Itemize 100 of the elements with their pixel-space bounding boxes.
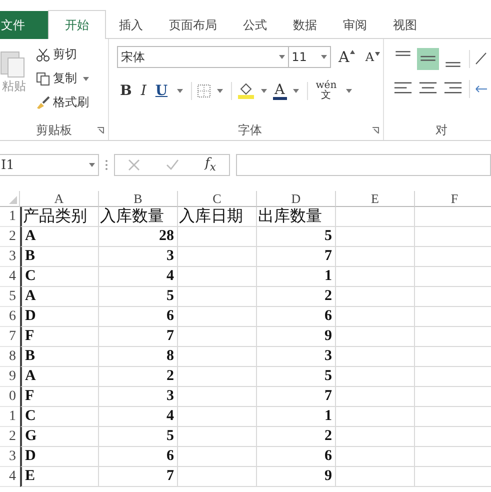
empty-cell[interactable] — [336, 287, 415, 307]
row-header[interactable]: 3 — [0, 247, 20, 267]
font-color-button[interactable]: A — [272, 82, 287, 100]
empty-cell[interactable] — [336, 407, 415, 427]
ribbon-tab[interactable]: 公式 — [230, 11, 280, 39]
select-all-button[interactable] — [0, 191, 20, 207]
scissors-icon — [36, 48, 50, 62]
ribbon-tab[interactable]: 插入 — [106, 11, 156, 39]
empty-cell[interactable] — [336, 227, 415, 247]
empty-cell[interactable] — [336, 247, 415, 267]
vertical-align-icon[interactable] — [417, 48, 439, 70]
caret-icon[interactable] — [83, 76, 89, 80]
group-label: 对 — [436, 122, 448, 138]
name-box[interactable]: I1 — [0, 154, 99, 176]
table-cell: 7 — [257, 387, 336, 407]
column-header[interactable]: A — [20, 191, 99, 207]
caret-icon[interactable] — [292, 89, 299, 93]
font-size-dropdown[interactable]: 11 — [288, 46, 332, 68]
font-style-button[interactable]: U — [152, 83, 171, 99]
column-header[interactable]: B — [99, 191, 178, 207]
empty-cell[interactable] — [336, 207, 415, 227]
copy-button[interactable]: 复制 — [34, 68, 94, 89]
column-header[interactable]: D — [257, 191, 336, 207]
row-header[interactable]: 4 — [0, 267, 20, 287]
fill-bucket-icon[interactable] — [236, 83, 255, 99]
font-name-dropdown[interactable]: 宋体 — [117, 46, 289, 68]
table-cell: B — [20, 247, 99, 267]
table-cell: 7 — [99, 327, 178, 347]
row-header[interactable]: 6 — [0, 307, 20, 327]
empty-cell[interactable] — [336, 307, 415, 327]
table-cell: 1 — [257, 407, 336, 427]
table-cell: 4 — [99, 407, 178, 427]
shrink-font-button[interactable]: A — [362, 50, 383, 64]
caret-icon[interactable] — [321, 55, 328, 59]
empty-cell[interactable] — [178, 387, 257, 407]
font-style-button[interactable]: I — [138, 83, 150, 99]
ribbon-tab[interactable]: 审阅 — [330, 11, 380, 39]
empty-cell[interactable] — [336, 347, 415, 367]
group-label: 剪贴板 — [36, 122, 72, 138]
empty-cell[interactable] — [178, 447, 257, 467]
dialog-launcher-icon[interactable] — [372, 127, 379, 134]
grow-font-button[interactable]: A — [335, 48, 358, 66]
empty-cell[interactable] — [178, 427, 257, 447]
dialog-launcher-icon[interactable] — [97, 127, 104, 134]
empty-cell[interactable] — [178, 347, 257, 367]
insert-function-button[interactable]: f$_{x}$ — [205, 156, 216, 174]
table-cell: A — [20, 227, 99, 247]
row-header[interactable]: 2 — [0, 227, 20, 247]
row-header[interactable]: 9 — [0, 367, 20, 387]
ribbon-tab[interactable]: 数据 — [280, 11, 330, 39]
cut-button[interactable]: 剪切 — [34, 44, 94, 65]
empty-cell[interactable] — [336, 327, 415, 347]
format-painter-button[interactable]: 格式刷 — [34, 92, 94, 113]
empty-cell[interactable] — [336, 447, 415, 467]
row-header[interactable]: 7 — [0, 327, 20, 347]
table-cell: D — [20, 307, 99, 327]
file-tab[interactable]: 文件 — [0, 11, 48, 39]
ribbon-tab[interactable]: 开始 — [48, 10, 106, 39]
phonetic-guide-button[interactable]: wén 文 — [312, 81, 340, 101]
empty-cell[interactable] — [336, 427, 415, 447]
empty-cell[interactable] — [178, 307, 257, 327]
empty-cell[interactable] — [178, 267, 257, 287]
empty-cell[interactable] — [178, 467, 257, 487]
empty-cell[interactable] — [178, 247, 257, 267]
row-header[interactable]: 8 — [0, 347, 20, 367]
empty-cell[interactable] — [178, 227, 257, 247]
row-header[interactable]: 0 — [0, 387, 20, 407]
check-icon[interactable] — [166, 159, 180, 171]
font-style-button[interactable]: B — [117, 83, 135, 99]
table-cell: 6 — [257, 447, 336, 467]
empty-cell[interactable] — [336, 367, 415, 387]
row-header[interactable]: 1 — [0, 207, 20, 227]
column-header[interactable]: C — [178, 191, 257, 207]
empty-cell[interactable] — [336, 467, 415, 487]
empty-cell[interactable] — [178, 407, 257, 427]
table-cell: 28 — [99, 227, 178, 247]
row-header[interactable]: 1 — [0, 407, 20, 427]
row-header[interactable]: 2 — [0, 427, 20, 447]
ribbon-tab[interactable]: 页面布局 — [156, 11, 230, 39]
caret-icon[interactable] — [260, 89, 267, 93]
empty-cell[interactable] — [178, 287, 257, 307]
caret-icon[interactable] — [346, 89, 352, 93]
row-header[interactable]: 3 — [0, 447, 20, 467]
column-header[interactable]: F — [415, 191, 491, 207]
row-header[interactable]: 5 — [0, 287, 20, 307]
ribbon-tab[interactable]: 视图 — [380, 11, 430, 39]
column-header[interactable]: E — [336, 191, 415, 207]
border-icon[interactable] — [196, 84, 211, 98]
cancel-icon[interactable] — [128, 159, 140, 171]
table-cell: A — [20, 367, 99, 387]
caret-icon[interactable] — [89, 163, 95, 167]
table-cell: 9 — [257, 467, 336, 487]
caret-icon[interactable] — [176, 89, 183, 93]
empty-cell[interactable] — [336, 267, 415, 287]
empty-cell[interactable] — [178, 327, 257, 347]
caret-icon[interactable] — [216, 89, 223, 93]
empty-cell[interactable] — [336, 387, 415, 407]
row-header[interactable]: 4 — [0, 467, 20, 487]
caret-icon[interactable] — [278, 55, 285, 59]
empty-cell[interactable] — [178, 367, 257, 387]
